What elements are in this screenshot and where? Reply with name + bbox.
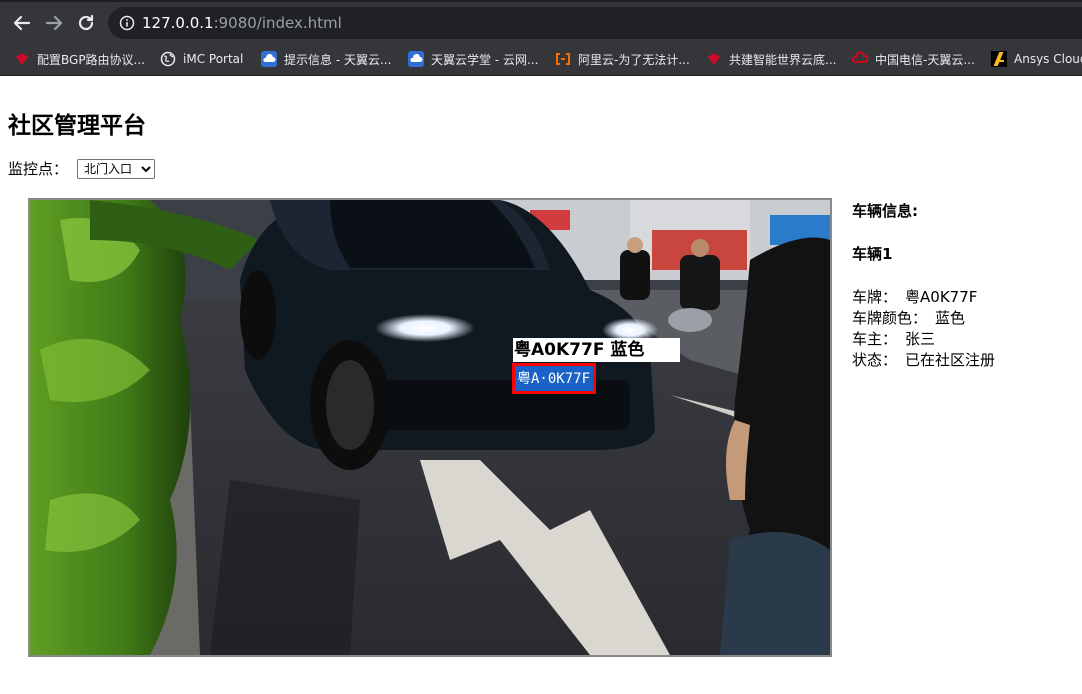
bookmark-item[interactable]: 天翼云学堂 - 云网... [408,50,538,68]
owner-row: 车主： 张三 [852,328,935,349]
monitor-point-select[interactable]: 北门入口 [77,159,155,179]
url-host: 127.0.0.1 [142,14,214,32]
bookmark-item[interactable]: 阿里云-为了无法计... [555,50,690,68]
bookmark-item[interactable]: 提示信息 - 天翼云... [261,50,391,68]
camera-feed: 粤A0K77F 蓝色 粤A·0K77F [28,198,832,657]
owner-label: 车主： [852,330,898,348]
bookmark-item[interactable]: Ansys Cloud [991,50,1082,68]
bookmark-item[interactable]: 共建智能世界云底... [706,50,836,68]
plate-row: 车牌： 粤A0K77F [852,286,977,307]
bookmark-label: Ansys Cloud [1014,52,1082,66]
plate-color-value: 蓝色 [935,309,966,327]
forward-arrow-icon [45,15,63,31]
aliyun-icon [556,53,570,65]
site-info-icon[interactable] [119,15,135,31]
bookmark-label: 共建智能世界云底... [729,52,837,67]
monitor-label: 监控点： [8,160,69,178]
address-bar[interactable]: 127.0.0.1:9080/index.html [108,7,1082,39]
vehicle-info-title: 车辆信息: [852,202,918,220]
huawei-icon [16,53,28,65]
bookmark-label: 天翼云学堂 - 云网... [431,52,539,67]
status-row: 状态： 已在社区注册 [852,349,995,370]
cloud-icon [408,51,424,67]
reload-icon [78,14,94,31]
bookmark-item[interactable]: iMC Portal [160,50,243,68]
huawei-icon [708,53,720,65]
globe-icon [160,51,176,67]
page-title: 社区管理平台 [8,113,146,139]
url-path: :9080/index.html [213,14,342,32]
browser-toolbar: 127.0.0.1:9080/index.html [0,0,1082,43]
owner-value: 张三 [905,330,936,348]
url-text: 127.0.0.1:9080/index.html [142,14,342,32]
bookmark-label: 阿里云-为了无法计... [578,52,690,67]
reload-button[interactable] [73,10,99,36]
ansys-icon [991,51,1007,67]
bookmark-item[interactable]: 中国电信-天翼云... [852,50,975,68]
back-button[interactable] [9,10,35,36]
bookmarks-bar: 配置BGP路由协议... iMC Portal 提示信息 - 天翼云... 天翼… [0,43,1082,76]
back-arrow-icon [13,15,31,31]
cloud-red-icon [852,51,868,63]
bookmark-label: 提示信息 - 天翼云... [284,52,392,67]
plate-label: 车牌： [852,288,898,306]
status-label: 状态： [852,351,898,369]
forward-button[interactable] [41,10,67,36]
cloud-icon [261,51,277,67]
bookmark-label: 中国电信-天翼云... [875,52,975,67]
bookmark-label: iMC Portal [183,52,244,66]
bookmark-item[interactable]: 配置BGP路由协议... [14,50,145,68]
plate-color-row: 车牌颜色： 蓝色 [852,307,965,328]
camera-scene-image [30,200,830,655]
plate-detection-box: 粤A·0K77F [512,363,596,394]
vehicle-heading: 车辆1 [852,245,893,263]
detection-caption: 粤A0K77F 蓝色 [513,338,680,362]
plate-image-text: 粤A·0K77F [517,371,591,387]
plate-color-label: 车牌颜色： [852,309,928,327]
bookmark-label: 配置BGP路由协议... [37,52,146,67]
status-value: 已在社区注册 [905,351,996,369]
plate-value: 粤A0K77F [905,288,978,306]
